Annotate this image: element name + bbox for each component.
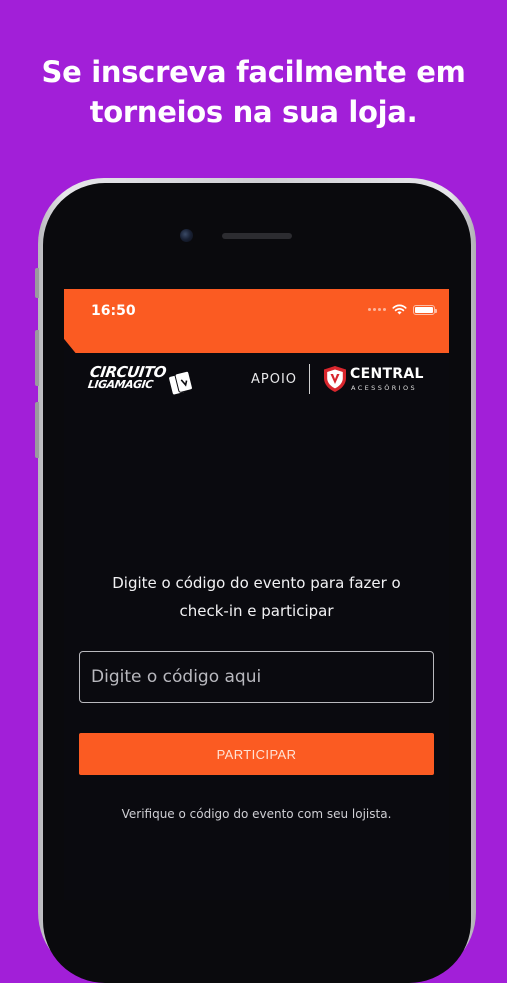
sponsor-tagline: ACESSÓRIOS (351, 384, 418, 392)
battery-level (415, 306, 433, 313)
header-divider (309, 364, 310, 394)
event-code-input[interactable] (79, 651, 434, 703)
front-camera (180, 229, 193, 242)
wifi-icon (392, 304, 407, 315)
status-bar (64, 289, 449, 353)
earpiece-speaker (222, 233, 292, 239)
shield-icon (324, 366, 346, 392)
phone-mute-switch (35, 268, 39, 298)
checkin-instructions-line-2: check-in e participar (179, 602, 334, 620)
status-time: 16:50 (91, 303, 136, 319)
checkin-instructions: Digite o código do evento para fazer o c… (64, 569, 449, 625)
phone-volume-up-button (35, 330, 39, 386)
logo-word-ligamagic: LIGAMAGIC (87, 378, 154, 391)
battery-icon (413, 304, 437, 315)
circuito-ligamagic-logo: CIRCUITO LIGAMAGIC (87, 363, 200, 397)
promo-headline-line-2: torneios na sua loja. (89, 95, 418, 129)
verify-code-note: Verifique o código do evento com seu loj… (121, 807, 392, 821)
cards-icon (168, 371, 193, 395)
promo-headline: Se inscreva facilmente em torneios na su… (0, 52, 507, 132)
checkin-instructions-line-1: Digite o código do evento para fazer o (112, 574, 401, 592)
status-icons (368, 304, 437, 315)
participar-button[interactable]: PARTICIPAR (79, 733, 434, 775)
sponsor-name: CENTRAL (350, 366, 424, 382)
phone-volume-down-button (35, 402, 39, 458)
apoio-label: APOIO (251, 372, 298, 387)
cellular-signal-icon (368, 308, 386, 311)
app-screen: 16:50 CIRCUITO LIGAMAGIC APOIO CENTRAL A… (64, 289, 449, 900)
promo-headline-line-1: Se inscreva facilmente em (41, 55, 466, 89)
